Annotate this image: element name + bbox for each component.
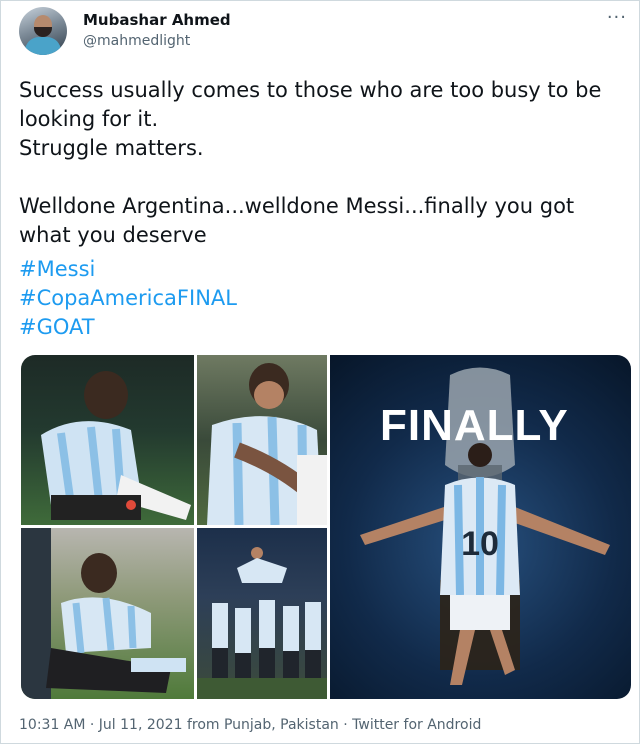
svg-text:10: 10 <box>461 525 499 563</box>
photo-messi-head-down[interactable] <box>21 528 194 699</box>
photo-messi-tattoo-arm[interactable] <box>197 355 327 525</box>
tweet-meta-footer: 10:31 AM · Jul 11, 2021 from Punjab, Pak… <box>19 717 482 733</box>
photo-illustration <box>197 547 327 699</box>
author-name[interactable]: Mubashar Ahmed <box>83 11 231 29</box>
author-handle[interactable]: @mahmedlight <box>83 33 190 49</box>
poster-overlay-text: FINALLY <box>380 401 569 450</box>
tweet-text: Success usually comes to those who are t… <box>19 78 602 247</box>
hashtag-list: #Messi #CopaAmericaFINAL #GOAT <box>19 255 237 342</box>
more-horizontal-icon[interactable]: ··· <box>607 7 627 28</box>
photo-finally-poster[interactable]: 10 FINALLY <box>330 355 631 699</box>
media-grid: 10 FINALLY <box>21 355 631 699</box>
avatar-shirt <box>25 37 61 55</box>
photo-team-lifting-messi[interactable] <box>197 528 327 699</box>
photo-illustration <box>41 371 191 520</box>
photo-illustration <box>21 528 186 699</box>
hashtag-messi[interactable]: #Messi <box>19 255 237 284</box>
photo-illustration <box>207 363 327 525</box>
avatar-beard <box>34 27 52 37</box>
hashtag-goat[interactable]: #GOAT <box>19 313 237 342</box>
avatar[interactable] <box>19 7 67 55</box>
photo-messi-sitting-grass[interactable] <box>21 355 194 525</box>
hashtag-copaamericafinal[interactable]: #CopaAmericaFINAL <box>19 284 237 313</box>
